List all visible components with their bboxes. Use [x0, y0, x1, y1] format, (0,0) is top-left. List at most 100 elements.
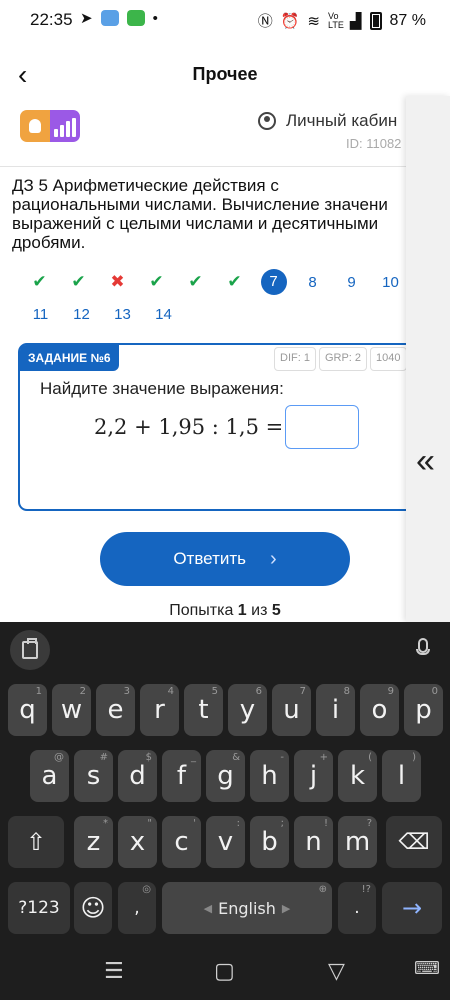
- account-link[interactable]: Личный кабин: [258, 111, 397, 131]
- question-text: Найдите значение выражения:: [40, 379, 284, 398]
- key-hint: 1: [35, 686, 42, 697]
- key-s[interactable]: # s: [74, 750, 113, 802]
- key-hint: $: [145, 752, 152, 763]
- key-o[interactable]: 9o: [360, 684, 399, 736]
- key-t[interactable]: 5t: [184, 684, 223, 736]
- microphone-icon[interactable]: [416, 638, 430, 662]
- task-nav-item-12[interactable]: 12: [61, 306, 102, 323]
- key-hint: +: [319, 752, 328, 763]
- key-h[interactable]: -h: [250, 750, 289, 802]
- key-hint: &: [232, 752, 240, 763]
- enter-arrow-key[interactable]: →: [382, 882, 442, 934]
- key-hint: :: [236, 818, 240, 829]
- more-notifications-dot: •: [152, 9, 158, 27]
- period-key[interactable]: !?.: [338, 882, 376, 934]
- key-l[interactable]: ) l: [382, 750, 421, 802]
- symbols-key[interactable]: ?123: [8, 882, 70, 934]
- key-q[interactable]: 1q: [8, 684, 47, 736]
- key-label: h: [261, 761, 278, 791]
- submit-answer-button[interactable]: Ответить ›: [100, 532, 350, 586]
- task-nav-item-8[interactable]: 8: [293, 274, 332, 291]
- comma-key[interactable]: ◎,: [118, 882, 156, 934]
- language-right-arrow-icon: ▶: [281, 901, 291, 915]
- key-d[interactable]: $ d: [118, 750, 157, 802]
- task-nav-item-13[interactable]: 13: [102, 306, 143, 323]
- key-f[interactable]: _ f: [162, 750, 201, 802]
- page-title: Прочее: [192, 64, 258, 84]
- task-nav-item-6[interactable]: ✔: [215, 272, 254, 292]
- key-c[interactable]: ' c: [162, 816, 201, 868]
- space-key[interactable]: ⊕ ◀ English ▶: [162, 882, 332, 934]
- home-icon[interactable]: ▢: [214, 958, 235, 984]
- bar-chart-logo-icon: [50, 110, 80, 142]
- task-nav-item-10[interactable]: 10: [371, 274, 410, 291]
- key-label: x: [129, 827, 146, 857]
- attempts-prefix: Попытка: [169, 602, 238, 619]
- site-header: Личный кабин ID: 11082: [0, 100, 410, 168]
- task-nav-item-2[interactable]: ✔: [59, 272, 98, 292]
- key-g[interactable]: & g: [206, 750, 245, 802]
- task-navigation: ✔ ✔ ✖ ✔ ✔ ✔ 7 8 9 10 11 12 13 14: [20, 266, 410, 330]
- volte-icon: Vo LTE: [327, 10, 344, 30]
- key-a[interactable]: @ a: [30, 750, 69, 802]
- key-label: g: [217, 761, 234, 791]
- key-label: s: [86, 761, 101, 791]
- math-expression: 2,2 + 1,95 : 1,5 =: [94, 415, 284, 439]
- task-nav-item-11[interactable]: 11: [20, 306, 61, 323]
- key-b[interactable]: ; b: [250, 816, 289, 868]
- difficulty-chip: DIF: 1: [274, 347, 316, 371]
- key-z[interactable]: * z: [74, 816, 113, 868]
- key-x[interactable]: " x: [118, 816, 157, 868]
- shift-key[interactable]: ⇧: [8, 816, 64, 868]
- key-r[interactable]: 4r: [140, 684, 179, 736]
- attempts-middle: из: [246, 602, 272, 619]
- key-hint: 6: [255, 686, 262, 697]
- weather-app-icon: [100, 10, 119, 26]
- group-chip: GRP: 2: [318, 347, 368, 371]
- system-icons: Ⓝ ⏰ ≋ Vo LTE ▟ 87 %: [258, 10, 426, 31]
- chevron-right-icon: ›: [270, 547, 277, 570]
- key-hint: 4: [167, 686, 174, 697]
- key-v[interactable]: :v: [206, 816, 245, 868]
- key-p[interactable]: 0p: [404, 684, 443, 736]
- expand-panel-icon[interactable]: «: [416, 442, 435, 481]
- period-label: .: [354, 898, 360, 918]
- key-hint: _: [191, 752, 196, 763]
- site-logo[interactable]: [20, 110, 80, 142]
- backspace-key[interactable]: ⌫: [386, 816, 442, 868]
- task-nav-item-5[interactable]: ✔: [176, 272, 215, 292]
- answer-input[interactable]: [285, 405, 359, 449]
- attempts-counter: Попытка 1 из 5: [0, 602, 450, 620]
- key-label: p: [415, 695, 432, 725]
- task-nav-item-4[interactable]: ✔: [137, 272, 176, 292]
- recents-icon[interactable]: ☰: [104, 958, 124, 984]
- key-i[interactable]: 8i: [316, 684, 355, 736]
- task-nav-item-7-current[interactable]: 7: [254, 269, 293, 295]
- key-w[interactable]: 2w: [52, 684, 91, 736]
- on-screen-keyboard: 1q2w3e4r5t6y7u8i9o0p @ a # s $ d _ f & g - h + j(k) l …: [0, 622, 450, 1000]
- space-language-label: English: [218, 898, 276, 918]
- battery-icon: [369, 11, 382, 30]
- back-triangle-icon[interactable]: ▽: [328, 958, 345, 984]
- assignment-title-line: рациональными числами. Вычисление значен…: [12, 195, 388, 214]
- system-nav-bar: ☰ ▢ ▽ ⌨: [0, 948, 450, 1000]
- clipboard-button[interactable]: [10, 630, 50, 670]
- mic-hint-icon: ◎: [142, 884, 151, 895]
- task-nav-item-3[interactable]: ✖: [98, 272, 137, 292]
- account-label: Личный кабин: [286, 111, 398, 130]
- task-nav-item-14[interactable]: 14: [143, 306, 184, 323]
- key-u[interactable]: 7u: [272, 684, 311, 736]
- key-j[interactable]: + j: [294, 750, 333, 802]
- key-e[interactable]: 3e: [96, 684, 135, 736]
- assignment-title: ДЗ 5 Арифметические действия с рациональ…: [12, 176, 410, 252]
- key-y[interactable]: 6y: [228, 684, 267, 736]
- key-n[interactable]: ! n: [294, 816, 333, 868]
- task-nav-item-9[interactable]: 9: [332, 274, 371, 291]
- key-k[interactable]: (k: [338, 750, 377, 802]
- key-hint: 9: [387, 686, 394, 697]
- emoji-key-icon[interactable]: ☺: [74, 882, 112, 934]
- task-nav-item-1[interactable]: ✔: [20, 272, 59, 292]
- key-m[interactable]: ? m: [338, 816, 377, 868]
- key-hint: (: [368, 752, 372, 763]
- keyboard-switch-icon[interactable]: ⌨: [414, 958, 440, 979]
